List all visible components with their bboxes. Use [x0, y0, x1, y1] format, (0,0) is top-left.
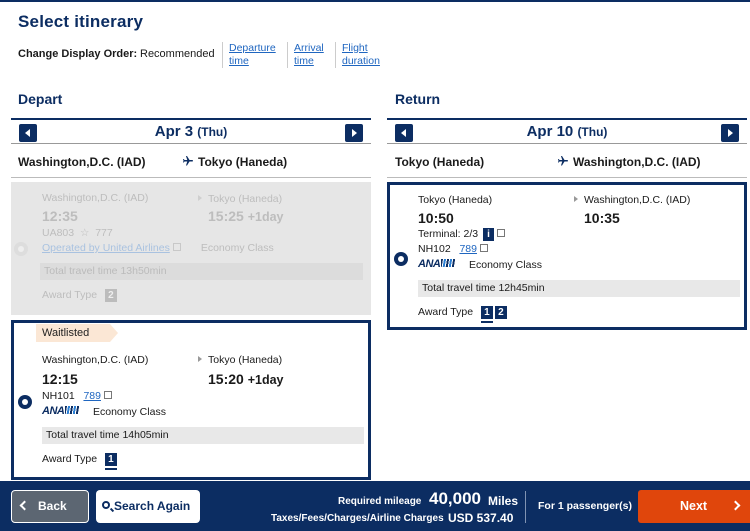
external-link-icon	[497, 229, 506, 237]
terminal-row: Terminal: 2/3 i	[418, 228, 506, 241]
depart-date-bar: Apr 3 (Thu)	[11, 118, 371, 144]
sort-order-label: Change Display Order:	[18, 48, 138, 60]
depart-route-from: Washington,D.C. (IAD)	[18, 155, 146, 169]
divider	[11, 177, 371, 178]
external-link-icon	[172, 243, 181, 251]
search-again-button[interactable]: Search Again	[96, 490, 200, 523]
flight-origin: Washington,D.C. (IAD)	[42, 192, 149, 204]
departure-time: 10:50	[418, 210, 454, 226]
aircraft-link[interactable]: 789	[459, 243, 477, 255]
star-icon: ☆	[79, 227, 90, 239]
flight-radio	[14, 242, 28, 256]
arrival-time: 15:25 +1day	[208, 208, 284, 224]
footer-bar: Back Search Again Required mileage 40,00…	[0, 481, 750, 531]
flight-destination: Tokyo (Haneda)	[198, 193, 282, 205]
depart-route-to: Tokyo (Haneda)	[182, 155, 287, 169]
chevron-left-icon	[19, 500, 30, 511]
cabin-class: Economy Class	[200, 242, 274, 254]
award-type-badge[interactable]: 1	[104, 453, 117, 466]
divider	[525, 491, 526, 523]
award-type-badge-2[interactable]: 2	[494, 306, 507, 319]
depart-next-date-button[interactable]	[345, 124, 363, 142]
depart-heading: Depart	[18, 91, 63, 107]
plane-icon	[558, 156, 568, 166]
waitlisted-badge: Waitlisted	[36, 324, 118, 342]
sort-arrival-time-link[interactable]: Arrival time	[287, 42, 324, 68]
award-type-badge-1[interactable]: 1	[480, 306, 493, 319]
total-travel-time: Total travel time 14h05min	[42, 427, 364, 444]
flight-number-row: NH101 789	[42, 390, 112, 402]
cabin-class: Economy Class	[93, 406, 166, 418]
taxes-value: USD 537.40	[448, 511, 514, 525]
sort-order-current: Recommended	[140, 48, 215, 60]
departure-time: 12:15	[42, 371, 78, 387]
total-travel-time: Total travel time 12h45min	[418, 280, 740, 297]
plane-icon	[183, 156, 193, 166]
page-title: Select itinerary	[18, 12, 144, 31]
return-heading: Return	[395, 91, 441, 107]
mileage-unit: Miles	[488, 494, 519, 508]
next-button[interactable]: Next	[638, 490, 750, 523]
return-date-bar: Apr 10 (Thu)	[387, 118, 747, 144]
flight-destination: Washington,D.C. (IAD)	[574, 194, 690, 206]
arrival-time: 15:20 +1day	[208, 371, 284, 387]
operated-by-link: Operated by United Airlines	[42, 242, 170, 254]
ana-logo-icon: ANA	[42, 405, 80, 417]
sort-departure-time-link[interactable]: Departure time	[222, 42, 276, 68]
depart-flight-card-nh101[interactable]: Washington,D.C. (IAD) Tokyo (Haneda) 12:…	[11, 320, 371, 480]
operated-by-row: Operated by United Airlines Economy Class	[42, 242, 274, 254]
divider	[387, 177, 747, 178]
depart-date: Apr 3 (Thu)	[154, 123, 228, 140]
flight-origin: Tokyo (Haneda)	[418, 194, 493, 206]
back-button[interactable]: Back	[11, 490, 89, 523]
flight-destination: Tokyo (Haneda)	[198, 354, 282, 366]
return-flight-card-nh102[interactable]: Tokyo (Haneda) Washington,D.C. (IAD) 10:…	[387, 182, 747, 330]
award-type-badge: 2	[104, 289, 117, 302]
total-travel-time: Total travel time 13h50min	[40, 263, 363, 280]
return-date: Apr 10 (Thu)	[526, 123, 608, 140]
search-icon	[102, 501, 110, 509]
arrival-time: 10:35	[584, 210, 620, 226]
return-route-to: Washington,D.C. (IAD)	[557, 155, 701, 169]
info-icon: i	[483, 228, 495, 241]
flight-number-row: UA803 ☆ 777	[42, 227, 113, 239]
depart-flight-card-ua803: Washington,D.C. (IAD) Tokyo (Haneda) 12:…	[11, 182, 371, 315]
departure-time: 12:35	[42, 208, 78, 224]
flight-radio-selected[interactable]	[394, 252, 408, 266]
passenger-count: For 1 passenger(s)	[538, 500, 632, 512]
flight-radio-selected[interactable]	[18, 395, 32, 409]
award-type-row: Award Type 1	[42, 453, 117, 466]
top-border	[0, 0, 750, 2]
external-link-icon	[479, 244, 488, 252]
external-link-icon	[103, 391, 112, 399]
return-route-from: Tokyo (Haneda)	[395, 155, 485, 169]
return-next-date-button[interactable]	[721, 124, 739, 142]
award-type-row: Award Type 12	[418, 306, 507, 319]
flight-number-row: NH102 789	[418, 243, 488, 255]
cabin-class: Economy Class	[469, 259, 542, 271]
taxes-label: Taxes/Fees/Charges/Airline Charges	[271, 513, 444, 524]
mileage-value: 40,000	[429, 489, 481, 508]
flight-origin: Washington,D.C. (IAD)	[42, 354, 149, 366]
sort-flight-duration-link[interactable]: Flight duration	[335, 42, 380, 68]
mileage-label: Required mileage	[338, 496, 422, 507]
ana-logo-icon: ANA	[418, 258, 456, 270]
award-type-row: Award Type 2	[42, 289, 117, 302]
chevron-right-icon	[730, 500, 741, 511]
aircraft-link[interactable]: 789	[83, 390, 101, 402]
